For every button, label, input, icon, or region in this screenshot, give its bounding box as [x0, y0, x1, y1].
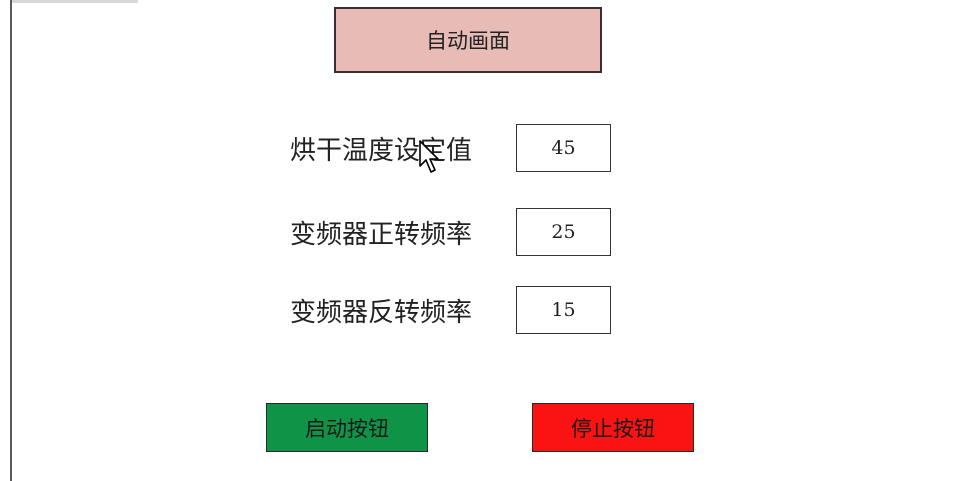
inverter-forward-frequency-field[interactable]: 25 [516, 208, 611, 256]
auto-screen-title-button[interactable]: 自动画面 [334, 7, 602, 73]
top-tab-strip [12, 0, 138, 3]
inverter-reverse-frequency-label: 变频器反转频率 [290, 298, 473, 328]
inverter-reverse-frequency-field[interactable]: 15 [516, 286, 611, 334]
stop-button[interactable]: 停止按钮 [532, 403, 694, 452]
start-button[interactable]: 启动按钮 [266, 403, 428, 452]
mouse-pointer-icon [419, 140, 439, 173]
screen-left-border [10, 0, 12, 481]
drying-temperature-setpoint-label: 烘干温度设定值 [290, 136, 473, 166]
inverter-forward-frequency-label: 变频器正转频率 [290, 220, 473, 250]
drying-temperature-setpoint-field[interactable]: 45 [516, 124, 611, 172]
hmi-screen: 自动画面 烘干温度设定值 45 变频器正转频率 25 变频器反转频率 15 启动… [0, 0, 968, 481]
